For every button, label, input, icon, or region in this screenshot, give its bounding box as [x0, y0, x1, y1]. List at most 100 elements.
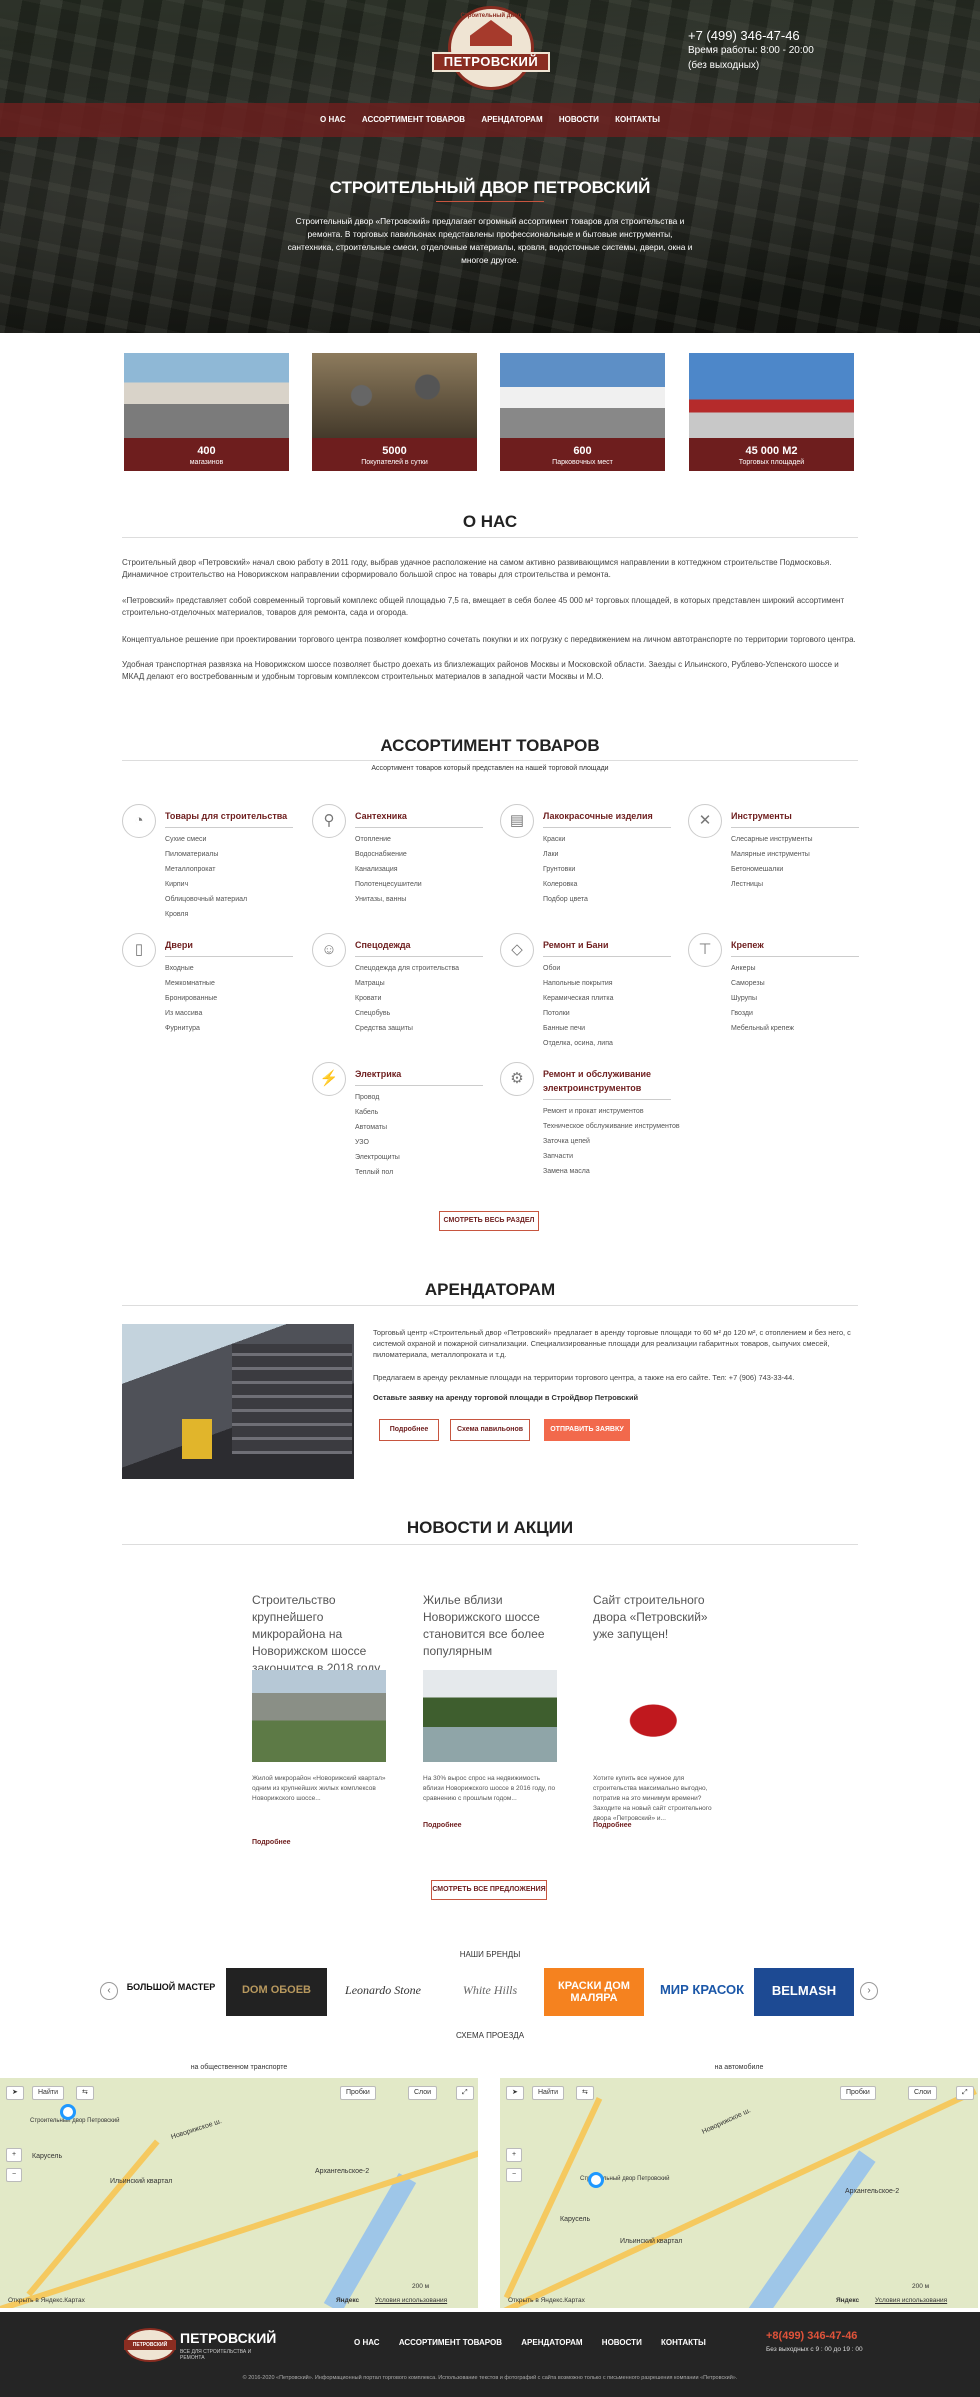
news-title[interactable]: Сайт строительного двора «Петровский» уж… — [593, 1592, 727, 1643]
news-title[interactable]: Строительство крупнейшего микрорайона на… — [252, 1592, 386, 1677]
news-photo[interactable] — [593, 1670, 727, 1762]
category-title[interactable]: Ремонт и обслуживание электроинструменто… — [543, 1067, 671, 1100]
brand-logo[interactable]: КРАСКИ ДОМ МАЛЯРА — [544, 1968, 644, 2016]
map-pin-icon[interactable] — [60, 2104, 76, 2120]
zoom-out-button[interactable]: − — [506, 2168, 523, 2182]
category-link[interactable]: Провод — [355, 1090, 400, 1105]
category-link[interactable]: Шурупы — [731, 991, 794, 1006]
category-link[interactable]: Банные печи — [543, 1021, 613, 1036]
category-link[interactable]: Мебельный крепеж — [731, 1021, 794, 1036]
category-link[interactable]: Лестницы — [731, 877, 813, 892]
category-link[interactable]: Межкомнатные — [165, 976, 217, 991]
category-link[interactable]: Отопление — [355, 832, 422, 847]
brand-logo[interactable]: White Hills — [440, 1968, 540, 2016]
location-icon[interactable]: ➤ — [6, 2086, 24, 2100]
header-phone[interactable]: +7 (499) 346-47-46 — [688, 28, 814, 43]
category-link[interactable]: Гвозди — [731, 1006, 794, 1021]
details-button[interactable]: Подробнее — [379, 1419, 439, 1441]
brand-logo[interactable]: BELMASH — [754, 1968, 854, 2016]
traffic-button[interactable]: Пробки — [840, 2086, 876, 2100]
category-link[interactable]: Теплый пол — [355, 1165, 400, 1180]
category-link[interactable]: Из массива — [165, 1006, 217, 1021]
news-more-link[interactable]: Подробнее — [423, 1822, 462, 1829]
category-link[interactable]: Напольные покрытия — [543, 976, 613, 991]
route-icon[interactable]: ⇆ — [576, 2086, 594, 2100]
category-link[interactable]: Полотенцесушители — [355, 877, 422, 892]
terms-link[interactable]: Условия использования — [375, 2297, 447, 2304]
category-link[interactable]: Облицовочный материал — [165, 892, 247, 907]
category-link[interactable]: Матрацы — [355, 976, 459, 991]
category-link[interactable]: Кровля — [165, 907, 247, 922]
category-link[interactable]: Техническое обслуживание инструментов — [543, 1119, 680, 1134]
category-title[interactable]: Лакокрасочные изделия — [543, 809, 671, 828]
category-link[interactable]: Малярные инструменты — [731, 847, 813, 862]
brand-logo[interactable]: МИР КРАСОК — [652, 1968, 752, 2016]
category-link[interactable]: Спецодежда для строительства — [355, 961, 459, 976]
category-link[interactable]: Подбор цвета — [543, 892, 588, 907]
all-offers-button[interactable]: СМОТРЕТЬ ВСЕ ПРЕДЛОЖЕНИЯ — [431, 1880, 547, 1900]
category-link[interactable]: Колеровка — [543, 877, 588, 892]
news-more-link[interactable]: Подробнее — [252, 1839, 291, 1846]
category-link[interactable]: Бетономешалки — [731, 862, 813, 877]
nav-contacts[interactable]: КОНТАКТЫ — [615, 115, 660, 124]
news-title[interactable]: Жилье вблизи Новорижского шоссе становит… — [423, 1592, 557, 1660]
category-title[interactable]: Электрика — [355, 1067, 483, 1086]
route-icon[interactable]: ⇆ — [76, 2086, 94, 2100]
footer-nav-tenants[interactable]: АРЕНДАТОРАМ — [521, 2338, 582, 2347]
map-car[interactable]: Новорижское ш. Архангельское-2 Ильинский… — [500, 2078, 978, 2308]
open-in-yandex-link[interactable]: Открыть в Яндекс.Картах — [8, 2297, 85, 2304]
category-title[interactable]: Товары для строительства — [165, 809, 293, 828]
footer-phone[interactable]: +8(499) 346-47-46 — [766, 2330, 857, 2342]
layers-button[interactable]: Слои — [908, 2086, 938, 2100]
category-title[interactable]: Крепеж — [731, 938, 859, 957]
brand-logo[interactable]: Leonardo Stone — [333, 1968, 433, 2016]
nav-tenants[interactable]: АРЕНДАТОРАМ — [481, 115, 542, 124]
footer-nav-contacts[interactable]: КОНТАКТЫ — [661, 2338, 706, 2347]
map-pin-icon[interactable] — [588, 2172, 604, 2188]
category-link[interactable]: Краски — [543, 832, 588, 847]
category-link[interactable]: Пиломатериалы — [165, 847, 247, 862]
category-title[interactable]: Двери — [165, 938, 293, 957]
terms-link[interactable]: Условия использования — [875, 2297, 947, 2304]
news-photo[interactable] — [423, 1670, 557, 1762]
layers-button[interactable]: Слои — [408, 2086, 438, 2100]
category-link[interactable]: Лаки — [543, 847, 588, 862]
category-link[interactable]: Средства защиты — [355, 1021, 459, 1036]
news-more-link[interactable]: Подробнее — [593, 1822, 632, 1829]
send-request-button[interactable]: ОТПРАВИТЬ ЗАЯВКУ — [544, 1419, 630, 1441]
fullscreen-icon[interactable]: ⤢ — [456, 2086, 474, 2100]
category-link[interactable]: Грунтовки — [543, 862, 588, 877]
brands-next-button[interactable]: › — [860, 1982, 878, 2000]
open-in-yandex-link[interactable]: Открыть в Яндекс.Картах — [508, 2297, 585, 2304]
category-link[interactable]: Запчасти — [543, 1149, 680, 1164]
traffic-button[interactable]: Пробки — [340, 2086, 376, 2100]
brand-logo[interactable]: БОЛЬШОЙ МАСТЕР — [122, 1968, 220, 2016]
category-link[interactable]: Слесарные инструменты — [731, 832, 813, 847]
map-search-button[interactable]: Найти — [532, 2086, 564, 2100]
category-link[interactable]: Потолки — [543, 1006, 613, 1021]
category-link[interactable]: Канализация — [355, 862, 422, 877]
category-link[interactable]: Кирпич — [165, 877, 247, 892]
category-link[interactable]: Ремонт и прокат инструментов — [543, 1104, 680, 1119]
category-link[interactable]: Электрощиты — [355, 1150, 400, 1165]
category-link[interactable]: Саморезы — [731, 976, 794, 991]
zoom-in-button[interactable]: + — [506, 2148, 523, 2162]
zoom-in-button[interactable]: + — [6, 2148, 23, 2162]
category-link[interactable]: Спецобувь — [355, 1006, 459, 1021]
category-link[interactable]: Отделка, осина, липа — [543, 1036, 613, 1051]
category-title[interactable]: Сантехника — [355, 809, 483, 828]
category-title[interactable]: Спецодежда — [355, 938, 483, 957]
category-link[interactable]: Кровати — [355, 991, 459, 1006]
category-link[interactable]: Автоматы — [355, 1120, 400, 1135]
news-photo[interactable] — [252, 1670, 386, 1762]
footer-nav-assortment[interactable]: АССОРТИМЕНТ ТОВАРОВ — [399, 2338, 502, 2347]
map-public-transport[interactable]: Новорижское ш. Архангельское-2 Ильинский… — [0, 2078, 478, 2308]
category-title[interactable]: Инструменты — [731, 809, 859, 828]
footer-logo[interactable]: ПЕТРОВСКИЙ ПЕТРОВСКИЙ ВСЕ ДЛЯ СТРОИТЕЛЬС… — [124, 2328, 276, 2362]
view-all-button[interactable]: СМОТРЕТЬ ВЕСЬ РАЗДЕЛ — [439, 1211, 539, 1231]
site-logo[interactable]: Строительный двор ПЕТРОВСКИЙ — [432, 6, 550, 90]
footer-nav-about[interactable]: О НАС — [354, 2338, 380, 2347]
category-link[interactable]: Замена масла — [543, 1164, 680, 1179]
location-icon[interactable]: ➤ — [506, 2086, 524, 2100]
category-link[interactable]: Бронированные — [165, 991, 217, 1006]
